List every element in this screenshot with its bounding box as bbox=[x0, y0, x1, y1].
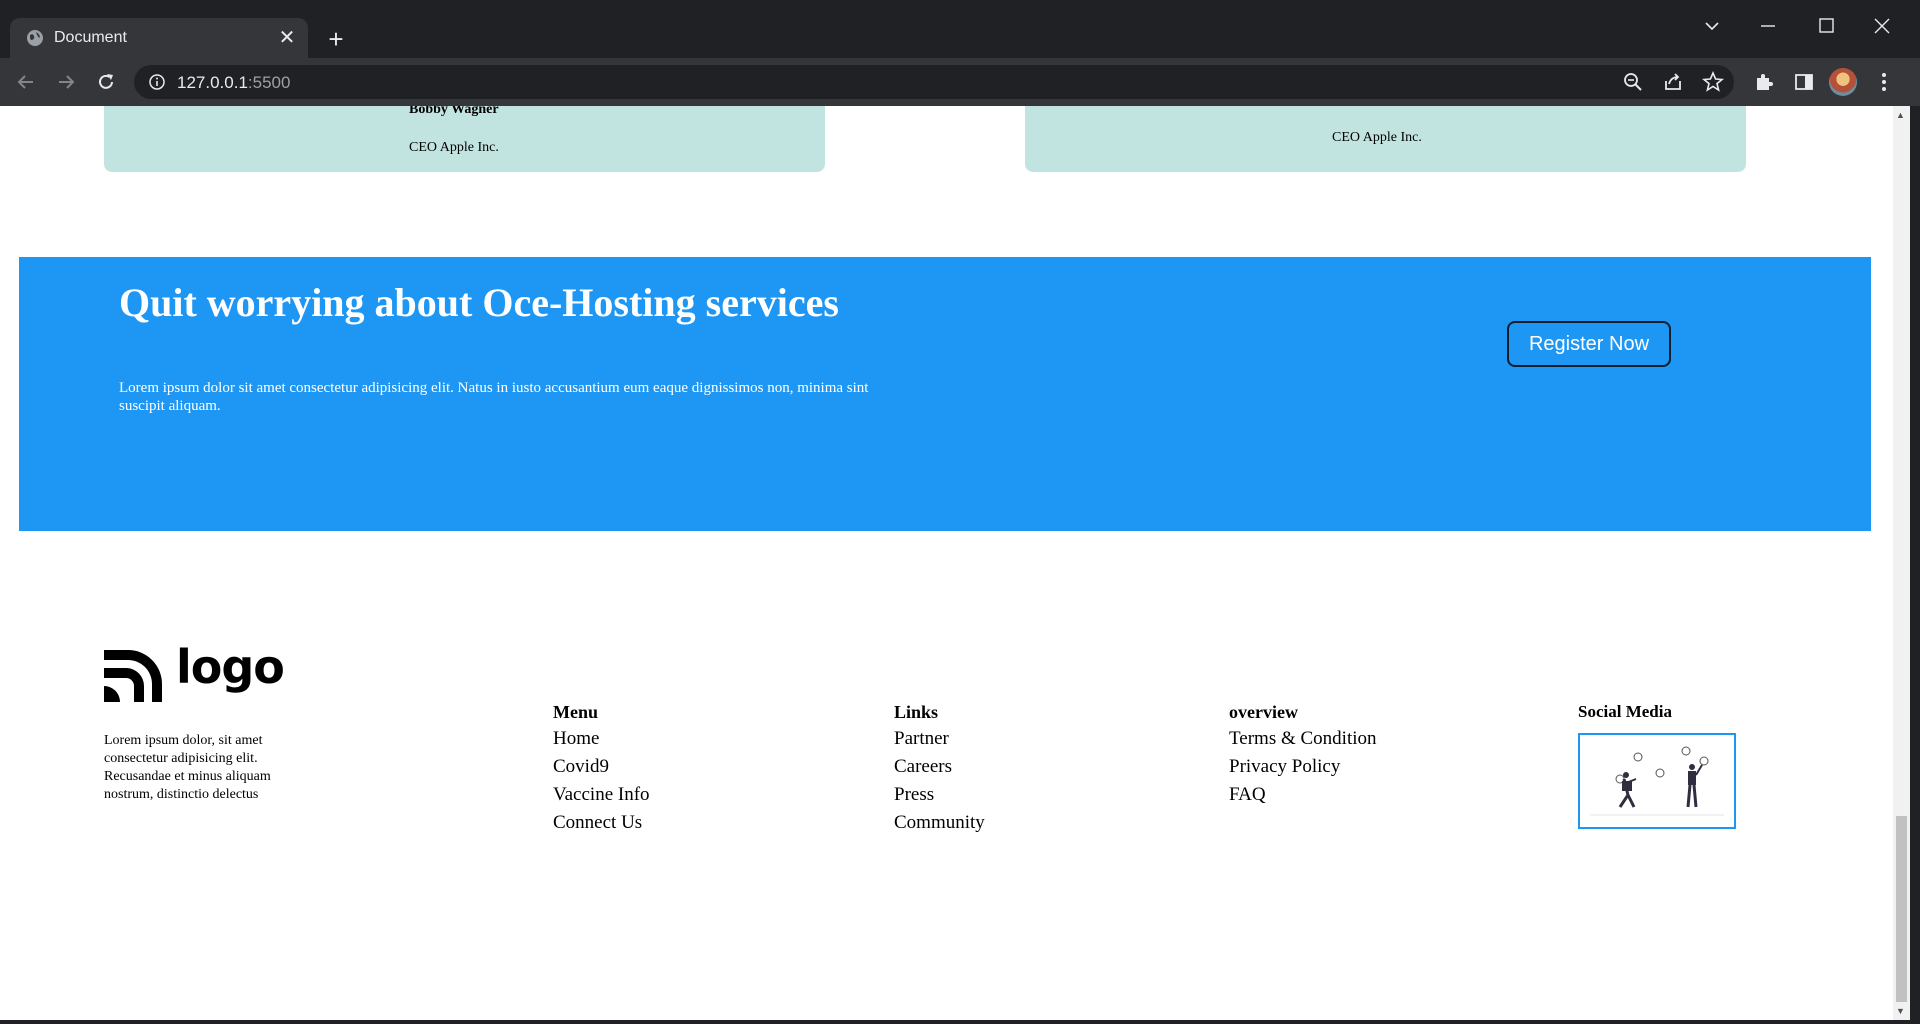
footer-column-title: overview bbox=[1229, 702, 1298, 722]
footer-link-terms[interactable]: Terms & Condition bbox=[1229, 725, 1377, 753]
page-scrollbar[interactable]: ▲ ▼ bbox=[1893, 106, 1910, 1020]
logo-text: logo bbox=[176, 640, 285, 694]
footer-link-home[interactable]: Home bbox=[553, 725, 650, 753]
testimonial-role: CEO Apple Inc. bbox=[409, 140, 499, 155]
forward-arrow-icon[interactable] bbox=[54, 70, 78, 94]
tab-title: Document bbox=[54, 29, 127, 46]
footer-column-title: Menu bbox=[553, 702, 598, 722]
kebab-menu-icon[interactable] bbox=[1872, 70, 1896, 94]
window-border bbox=[1910, 106, 1920, 1024]
window-border bbox=[0, 1020, 1920, 1024]
zoom-out-icon[interactable] bbox=[1621, 70, 1645, 94]
back-arrow-icon[interactable] bbox=[14, 70, 38, 94]
testimonial-card: CEO Apple Inc. bbox=[1025, 106, 1746, 172]
footer-menu-column: Menu Home Covid9 Vaccine Info Connect Us bbox=[553, 702, 650, 837]
browser-tab[interactable]: Document ✕ bbox=[10, 18, 308, 58]
address-bar[interactable]: 127.0.0.1:5500 bbox=[134, 65, 1734, 99]
footer-link-covid9[interactable]: Covid9 bbox=[553, 753, 650, 781]
footer-column-title: Links bbox=[894, 702, 939, 722]
share-icon[interactable] bbox=[1661, 70, 1685, 94]
footer-link-press[interactable]: Press bbox=[894, 781, 985, 809]
testimonial-role: CEO Apple Inc. bbox=[1332, 130, 1422, 145]
maximize-icon[interactable] bbox=[1811, 14, 1841, 38]
scroll-up-arrow-icon[interactable]: ▲ bbox=[1896, 110, 1905, 120]
footer-logo[interactable]: logo bbox=[104, 640, 285, 706]
footer-link-vaccine-info[interactable]: Vaccine Info bbox=[553, 781, 650, 809]
url-text[interactable]: 127.0.0.1:5500 bbox=[177, 73, 290, 93]
footer-link-community[interactable]: Community bbox=[894, 809, 985, 837]
cta-banner: Quit worrying about Oce-Hosting services… bbox=[19, 257, 1871, 531]
tab-close-icon[interactable]: ✕ bbox=[276, 27, 298, 49]
cta-title: Quit worrying about Oce-Hosting services bbox=[119, 280, 839, 325]
footer-overview-column: overview Terms & Condition Privacy Polic… bbox=[1229, 702, 1377, 809]
footer-link-partner[interactable]: Partner bbox=[894, 725, 985, 753]
footer-links-column: Links Partner Careers Press Community bbox=[894, 702, 985, 837]
footer-link-careers[interactable]: Careers bbox=[894, 753, 985, 781]
cta-description: Lorem ipsum dolor sit amet consectetur a… bbox=[119, 380, 869, 414]
logo-rss-icon bbox=[104, 650, 162, 702]
new-tab-icon[interactable]: + bbox=[322, 26, 350, 54]
social-media-illustration[interactable] bbox=[1578, 733, 1736, 829]
testimonial-card: Bobby Wagner CEO Apple Inc. bbox=[104, 106, 825, 172]
social-media-title: Social Media bbox=[1578, 702, 1672, 721]
side-panel-icon[interactable] bbox=[1792, 70, 1816, 94]
profile-avatar[interactable] bbox=[1829, 68, 1857, 96]
scroll-down-arrow-icon[interactable]: ▼ bbox=[1896, 1006, 1905, 1016]
social-people-illustration-icon bbox=[1590, 746, 1724, 816]
browser-toolbar: 127.0.0.1:5500 bbox=[0, 58, 1920, 106]
extensions-puzzle-icon[interactable] bbox=[1752, 70, 1776, 94]
bookmark-star-icon[interactable] bbox=[1701, 70, 1725, 94]
testimonial-name: Bobby Wagner bbox=[409, 106, 499, 117]
reload-icon[interactable] bbox=[94, 70, 118, 94]
footer-link-connect-us[interactable]: Connect Us bbox=[553, 809, 650, 837]
url-port: :5500 bbox=[247, 73, 291, 92]
footer-link-privacy[interactable]: Privacy Policy bbox=[1229, 753, 1377, 781]
footer-about-text: Lorem ipsum dolor, sit amet consectetur … bbox=[104, 733, 271, 802]
tab-search-chevron-icon[interactable] bbox=[1697, 14, 1727, 38]
minimize-icon[interactable] bbox=[1753, 14, 1783, 38]
globe-icon bbox=[27, 30, 43, 46]
register-now-button[interactable]: Register Now bbox=[1507, 321, 1671, 367]
page-viewport: Bobby Wagner CEO Apple Inc. CEO Apple In… bbox=[0, 106, 1893, 1020]
site-info-icon[interactable] bbox=[148, 73, 166, 91]
close-window-icon[interactable] bbox=[1867, 14, 1897, 38]
scroll-thumb[interactable] bbox=[1896, 816, 1907, 1002]
url-host: 127.0.0.1 bbox=[177, 73, 248, 92]
footer-link-faq[interactable]: FAQ bbox=[1229, 781, 1377, 809]
browser-tab-bar: Document ✕ + bbox=[0, 0, 1920, 58]
